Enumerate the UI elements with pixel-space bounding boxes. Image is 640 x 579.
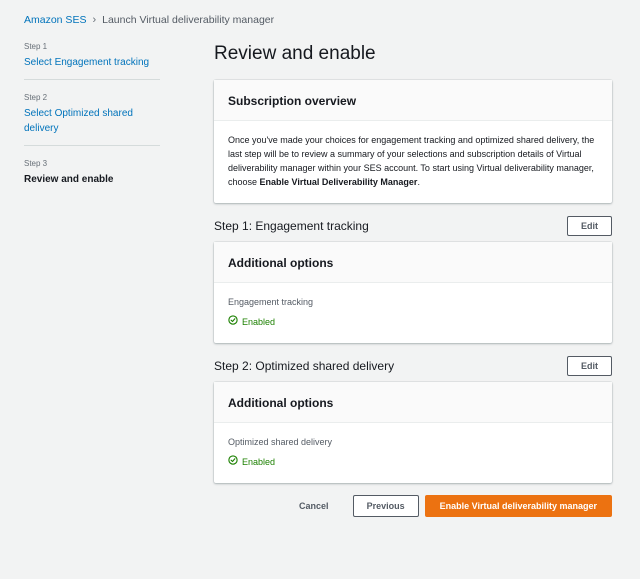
wizard-steps-nav: Step 1 Select Engagement tracking Step 2… bbox=[24, 42, 160, 209]
engagement-options-card: Additional options Engagement tracking E… bbox=[214, 242, 612, 343]
subscription-overview-card: Subscription overview Once you've made y… bbox=[214, 80, 612, 203]
step-number: Step 1 bbox=[24, 42, 48, 51]
card-body: Engagement tracking Enabled bbox=[214, 283, 612, 343]
section-header-shared-delivery: Step 2: Optimized shared delivery Edit bbox=[214, 356, 612, 376]
status-indicator: Enabled bbox=[228, 455, 598, 469]
card-title: Additional options bbox=[228, 256, 334, 270]
breadcrumb-current: Launch Virtual deliverability manager bbox=[102, 14, 275, 26]
enable-vdm-button[interactable]: Enable Virtual deliverability manager bbox=[424, 495, 612, 517]
step-number: Step 3 bbox=[24, 159, 48, 168]
step-current-review-and-enable: Review and enable bbox=[24, 174, 114, 185]
page-title: Review and enable bbox=[214, 43, 376, 64]
edit-shared-delivery-button[interactable]: Edit bbox=[567, 356, 612, 376]
wizard-step-1: Step 1 Select Engagement tracking bbox=[24, 42, 160, 80]
card-header: Subscription overview bbox=[214, 80, 612, 121]
edit-engagement-button[interactable]: Edit bbox=[567, 216, 612, 236]
overview-text-bold: Enable Virtual Deliverability Manager bbox=[259, 177, 418, 187]
step-link-engagement-tracking[interactable]: Select Engagement tracking bbox=[24, 55, 160, 70]
step-number: Step 2 bbox=[24, 93, 48, 102]
status-indicator: Enabled bbox=[228, 315, 598, 329]
chevron-right-icon: › bbox=[92, 14, 97, 26]
overview-text: Once you've made your choices for engage… bbox=[214, 121, 612, 203]
shared-delivery-options-card: Additional options Optimized shared deli… bbox=[214, 382, 612, 483]
check-circle-icon bbox=[228, 315, 238, 329]
status-text: Enabled bbox=[242, 317, 276, 327]
section-title: Step 1: Engagement tracking bbox=[214, 219, 369, 233]
field-label: Optimized shared delivery bbox=[228, 437, 333, 447]
page-frame: Amazon SES › Launch Virtual deliverabili… bbox=[3, 3, 635, 576]
card-header: Additional options bbox=[214, 382, 612, 423]
main-content: Review and enable Subscription overview … bbox=[214, 43, 612, 517]
check-circle-icon bbox=[228, 455, 238, 469]
section-title: Step 2: Optimized shared delivery bbox=[214, 359, 395, 373]
wizard-actions: Cancel Previous Enable Virtual deliverab… bbox=[214, 495, 612, 517]
status-text: Enabled bbox=[242, 457, 276, 467]
section-header-engagement: Step 1: Engagement tracking Edit bbox=[214, 216, 612, 236]
wizard-step-3: Step 3 Review and enable bbox=[24, 159, 160, 196]
breadcrumb-link-amazon-ses[interactable]: Amazon SES bbox=[24, 14, 86, 26]
card-body: Optimized shared delivery Enabled bbox=[214, 423, 612, 483]
cancel-button[interactable]: Cancel bbox=[281, 496, 347, 516]
overview-text-end: . bbox=[417, 177, 420, 187]
field-label: Engagement tracking bbox=[228, 297, 314, 307]
card-title: Additional options bbox=[228, 396, 334, 410]
previous-button[interactable]: Previous bbox=[352, 495, 419, 517]
breadcrumb: Amazon SES › Launch Virtual deliverabili… bbox=[24, 14, 274, 26]
card-header: Additional options bbox=[214, 242, 612, 283]
step-link-optimized-shared-delivery[interactable]: Select Optimized shared delivery bbox=[24, 106, 160, 136]
card-title: Subscription overview bbox=[228, 94, 357, 108]
wizard-step-2: Step 2 Select Optimized shared delivery bbox=[24, 93, 160, 146]
